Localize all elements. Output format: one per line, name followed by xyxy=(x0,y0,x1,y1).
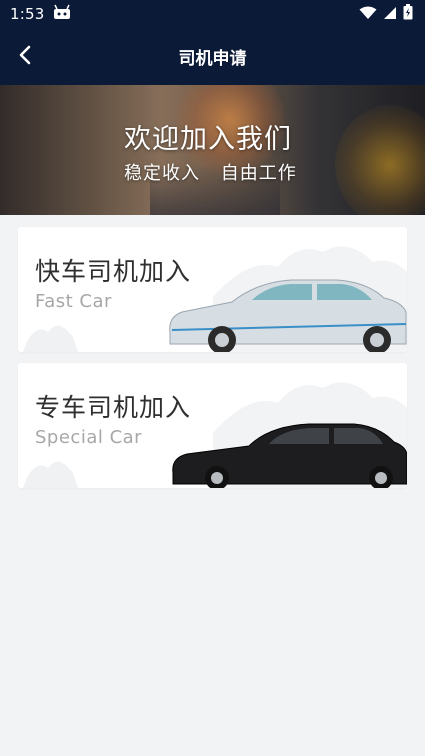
fast-car-driver-card[interactable]: 快车司机加入 Fast Car xyxy=(18,227,407,352)
special-car-driver-card[interactable]: 专车司机加入 Special Car xyxy=(18,363,407,488)
banner-subtitle: 稳定收入 自由工作 xyxy=(124,159,297,185)
special-car-title: 专车司机加入 xyxy=(35,393,192,422)
battery-icon xyxy=(403,4,413,24)
header-bar: 司机申请 xyxy=(0,28,425,85)
status-bar: 1:53 xyxy=(0,0,425,28)
special-car-subtitle: Special Car xyxy=(35,427,143,448)
status-time: 1:53 xyxy=(10,5,45,23)
welcome-banner: 欢迎加入我们 稳定收入 自由工作 xyxy=(0,85,425,215)
android-notification-icon xyxy=(52,4,72,24)
black-car-image xyxy=(172,423,407,488)
banner-title: 欢迎加入我们 xyxy=(124,124,292,155)
banner-subtitle-left: 稳定收入 xyxy=(124,163,200,184)
signal-icon xyxy=(383,5,397,24)
fast-car-subtitle: Fast Car xyxy=(35,291,112,312)
banner-subtitle-right: 自由工作 xyxy=(220,163,297,184)
silver-car-image xyxy=(169,279,407,352)
page-title: 司机申请 xyxy=(178,49,247,69)
wifi-icon xyxy=(359,5,377,24)
